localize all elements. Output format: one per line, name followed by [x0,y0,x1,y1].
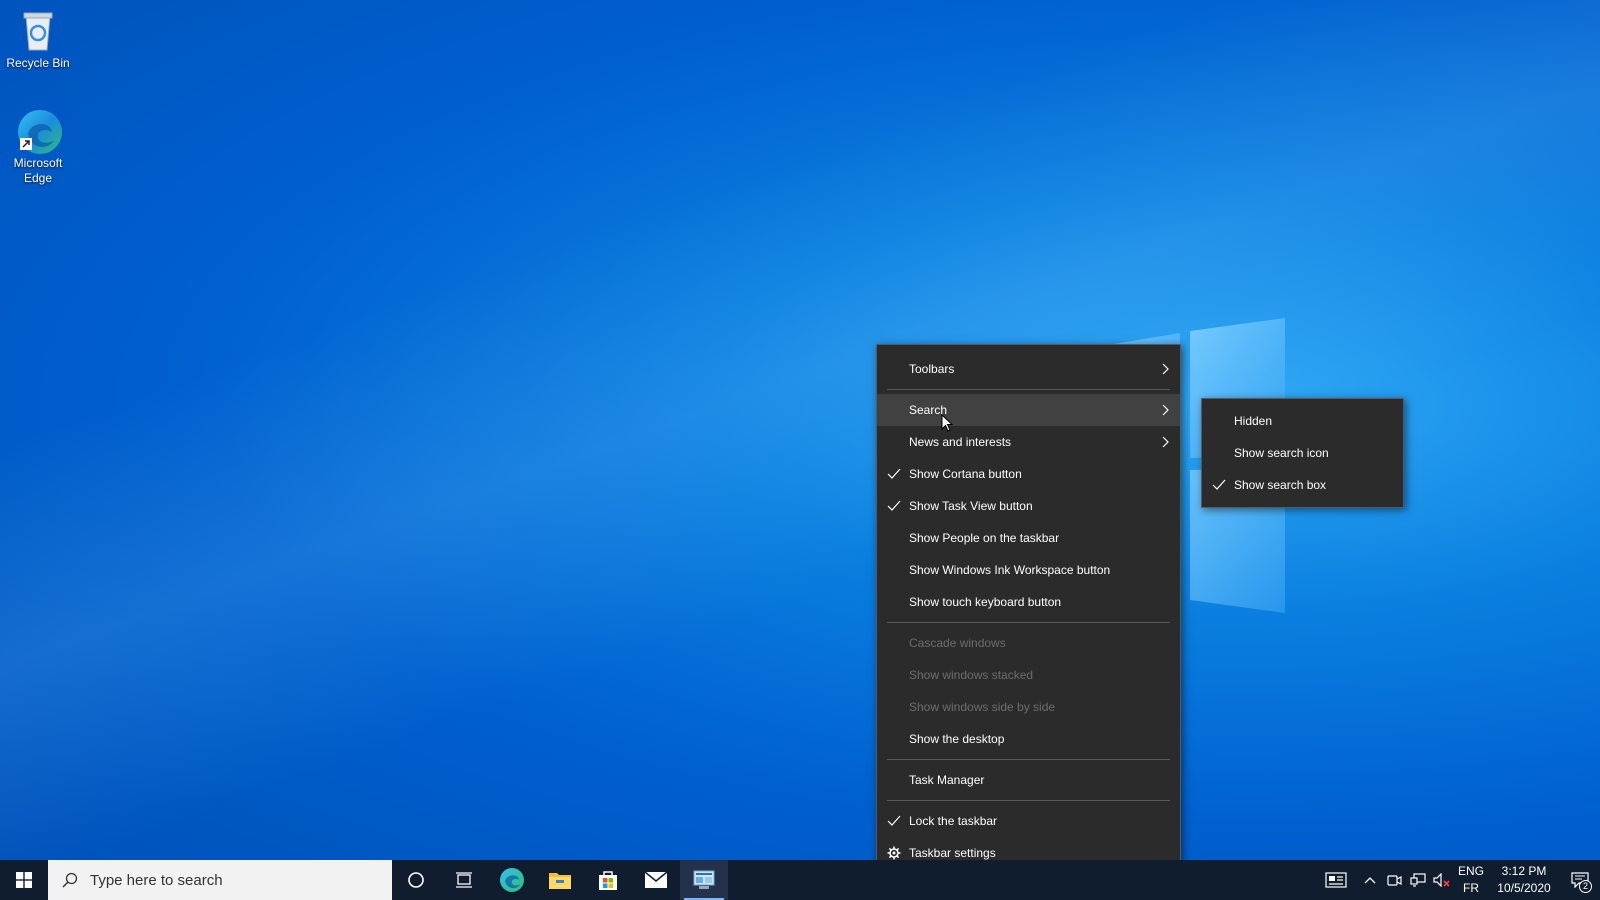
menu-item-label: Show the desktop [909,732,1005,746]
menu-item-show-desktop[interactable]: Show the desktop [877,723,1180,755]
taskbar-context-menu: Toolbars Search News and interests Show … [876,344,1181,876]
menu-item-show-people[interactable]: Show People on the taskbar [877,522,1180,554]
menu-item-show-ink-workspace[interactable]: Show Windows Ink Workspace button [877,554,1180,586]
menu-item-label: Show People on the taskbar [909,531,1060,545]
control-panel-icon [693,870,715,889]
chevron-right-icon [1162,363,1169,375]
file-explorer-icon [549,873,571,889]
start-button[interactable] [0,860,48,900]
action-center-button[interactable]: 2 [1560,860,1600,900]
mouse-cursor-icon [941,414,953,432]
recycle-bin-icon [16,8,60,52]
menu-item-label: News and interests [909,435,1012,449]
show-hidden-icons-button[interactable] [1358,860,1382,900]
search-submenu: Hidden Show search icon Show search box [1201,398,1404,508]
menu-item-show-windows-stacked: Show windows stacked [877,659,1180,691]
search-placeholder: Type here to search [90,871,223,889]
language-indicator[interactable]: ENG FR [1454,860,1488,900]
checkmark-icon [887,815,901,826]
gear-icon [887,846,901,860]
system-tray: ENG FR 3:12 PM 10/5/2020 2 [1314,860,1600,900]
menu-separator [887,622,1170,623]
menu-item-label: Show Task View button [909,499,1033,513]
menu-item-show-cortana-button[interactable]: Show Cortana button [877,458,1180,490]
cortana-icon [408,872,424,888]
menu-item-label: Toolbars [909,362,955,376]
mail-icon [644,871,668,888]
desktop-icon-label: Recycle Bin [6,56,70,70]
menu-item-label: Task Manager [909,773,985,787]
menu-item-show-task-view-button[interactable]: Show Task View button [877,490,1180,522]
network-button[interactable] [1406,860,1430,900]
menu-item-label: Show touch keyboard button [909,595,1062,609]
checkmark-icon [887,468,901,479]
clock-time: 3:12 PM [1501,864,1547,878]
taskbar: Type here to search ENG FR 3:12 PM 10/5/… [0,860,1600,900]
menu-item-label: Cascade windows [909,636,1006,650]
desktop-icon-recycle-bin[interactable]: Recycle Bin [0,8,76,71]
camera-icon [1387,875,1402,886]
checkmark-icon [1212,479,1226,490]
menu-item-show-touch-keyboard[interactable]: Show touch keyboard button [877,586,1180,618]
language-bottom: FR [1463,881,1479,895]
menu-separator [887,800,1170,801]
news-icon [1325,872,1347,888]
menu-item-lock-taskbar[interactable]: Lock the taskbar [877,805,1180,837]
menu-item-task-manager[interactable]: Task Manager [877,764,1180,796]
menu-item-label: Lock the taskbar [909,814,998,828]
taskbar-store-button[interactable] [584,860,632,900]
store-icon [599,871,617,890]
submenu-item-show-search-box[interactable]: Show search box [1202,469,1403,501]
chevron-up-icon [1364,877,1376,884]
news-widget-button[interactable] [1314,860,1358,900]
clock[interactable]: 3:12 PM 10/5/2020 [1488,860,1560,900]
volume-button[interactable] [1430,860,1454,900]
network-icon [1410,873,1426,887]
desktop-icon-edge[interactable]: Microsoft Edge [0,108,76,186]
edge-icon [500,868,524,892]
menu-item-label: Hidden [1234,414,1273,428]
taskbar-edge-button[interactable] [488,860,536,900]
windows-start-icon [16,872,32,888]
clock-date: 10/5/2020 [1497,881,1551,895]
menu-item-label: Taskbar settings [909,846,996,860]
menu-separator [887,389,1170,390]
task-view-icon [456,872,472,888]
language-top: ENG [1457,864,1484,878]
taskbar-control-panel-button[interactable] [680,860,728,900]
menu-separator [887,759,1170,760]
submenu-item-hidden[interactable]: Hidden [1202,405,1403,437]
menu-item-cascade-windows: Cascade windows [877,627,1180,659]
menu-item-news-and-interests[interactable]: News and interests [877,426,1180,458]
menu-item-label: Show Cortana button [909,467,1022,481]
chevron-right-icon [1162,404,1169,416]
search-icon [62,872,78,888]
desktop-icon-label: Microsoft Edge [13,156,63,185]
menu-item-toolbars[interactable]: Toolbars [877,353,1180,385]
menu-item-search[interactable]: Search [877,394,1180,426]
menu-item-label: Show Windows Ink Workspace button [909,563,1111,577]
cortana-button[interactable] [392,860,440,900]
chevron-right-icon [1162,436,1169,448]
taskbar-mail-button[interactable] [632,860,680,900]
menu-item-label: Show search icon [1234,446,1329,460]
menu-item-show-windows-side-by-side: Show windows side by side [877,691,1180,723]
menu-item-label: Show search box [1234,478,1327,492]
taskbar-search-box[interactable]: Type here to search [48,860,392,900]
checkmark-icon [887,500,901,511]
menu-item-label: Show windows side by side [909,700,1056,714]
edge-icon [16,108,62,154]
meet-now-button[interactable] [1382,860,1406,900]
submenu-item-show-search-icon[interactable]: Show search icon [1202,437,1403,469]
task-view-button[interactable] [440,860,488,900]
menu-item-label: Show windows stacked [909,668,1034,682]
volume-muted-icon [1433,873,1450,887]
notification-count-badge: 2 [1579,880,1592,893]
taskbar-file-explorer-button[interactable] [536,860,584,900]
